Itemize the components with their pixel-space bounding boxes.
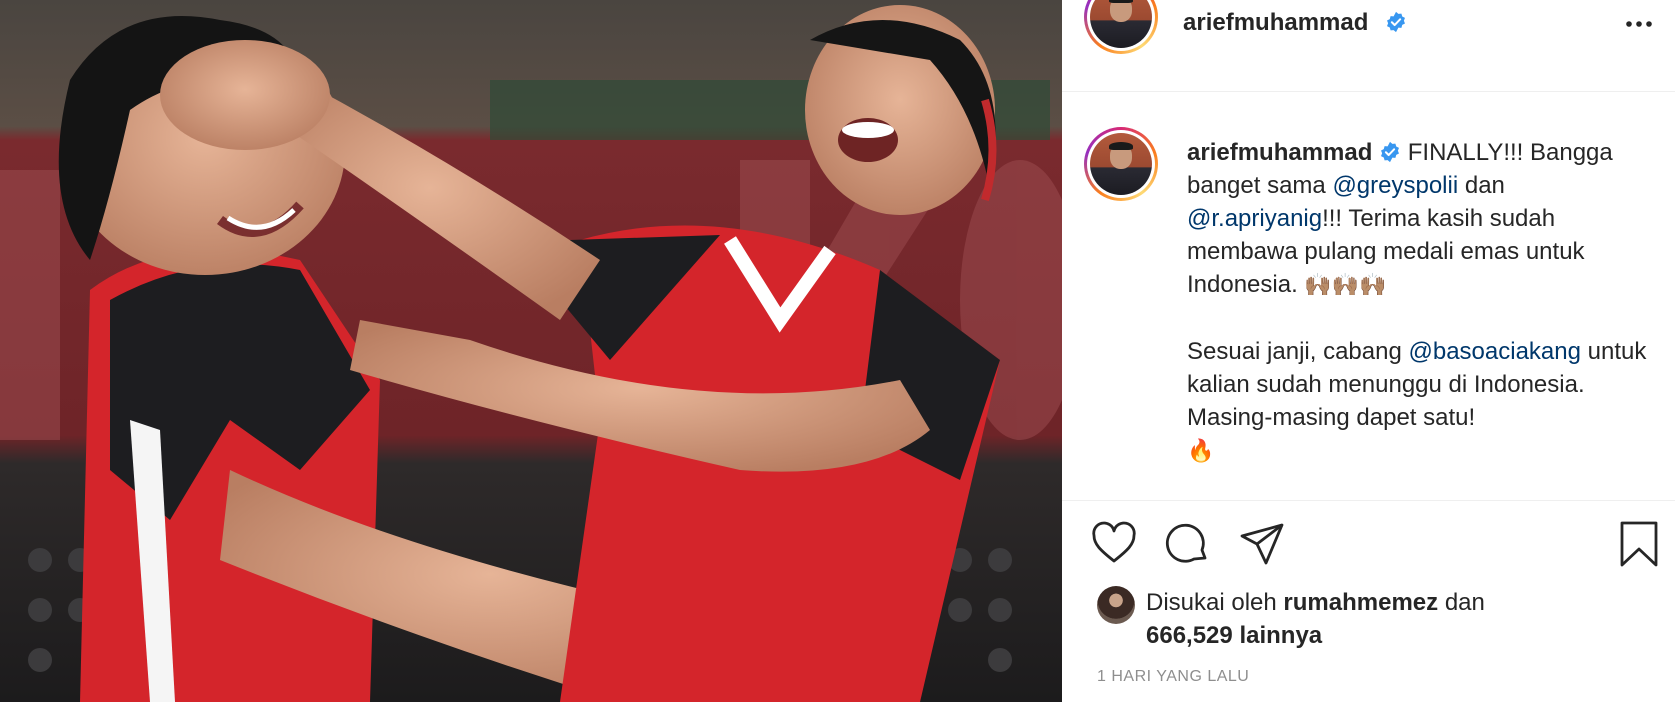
heart-icon[interactable] xyxy=(1090,520,1138,568)
author-avatar[interactable] xyxy=(1084,0,1158,54)
likes-suffix[interactable]: lainnya xyxy=(1239,622,1322,649)
verified-badge-icon xyxy=(1387,11,1405,33)
caption-author-avatar-image xyxy=(1090,133,1152,195)
likes-count[interactable]: 666,529 xyxy=(1146,622,1233,649)
post-photo-illustration xyxy=(0,0,1062,702)
mention-link[interactable]: @basoaciakang xyxy=(1408,338,1580,365)
caption-author-avatar[interactable] xyxy=(1084,127,1158,201)
caption-text: Sesuai janji, cabang xyxy=(1187,338,1409,365)
verified-badge-icon xyxy=(1381,141,1400,163)
caption-text: dan xyxy=(1458,172,1505,199)
likes-summary: Disukai oleh rumahmemez dan 666,529 lain… xyxy=(1146,586,1646,652)
author-avatar-image xyxy=(1090,0,1152,48)
post-photo[interactable] xyxy=(0,0,1062,702)
raised-hands-emoji: 🙌🏽🙌🏽🙌🏽 xyxy=(1304,273,1387,298)
caption-username[interactable]: ariefmuhammad xyxy=(1187,136,1372,169)
post-header: ariefmuhammad xyxy=(1062,0,1675,92)
liker-avatar[interactable] xyxy=(1097,586,1135,624)
mention-link[interactable]: @r.apriyanig xyxy=(1187,205,1322,232)
paper-plane-icon[interactable] xyxy=(1238,520,1286,568)
post-timestamp[interactable]: 1 HARI YANG LALU xyxy=(1097,668,1249,686)
bookmark-icon[interactable] xyxy=(1615,520,1663,568)
mention-link[interactable]: @greyspolii xyxy=(1332,172,1458,199)
post-side-panel: ariefmuhammad ariefmuhammad FINALLY!!! B… xyxy=(1062,0,1675,702)
post-action-bar xyxy=(1062,520,1675,572)
comment-icon[interactable] xyxy=(1164,520,1212,568)
liker-username[interactable]: rumahmemez xyxy=(1283,589,1438,616)
divider xyxy=(1062,500,1675,501)
likes-prefix: Disukai oleh xyxy=(1146,589,1277,616)
more-horizontal-icon[interactable] xyxy=(1623,14,1655,34)
likes-conjunction: dan xyxy=(1444,589,1485,616)
author-username[interactable]: ariefmuhammad xyxy=(1183,9,1368,37)
post-caption: ariefmuhammad FINALLY!!! Bangga banget s… xyxy=(1187,136,1647,468)
fire-emoji: 🔥 xyxy=(1187,439,1215,464)
